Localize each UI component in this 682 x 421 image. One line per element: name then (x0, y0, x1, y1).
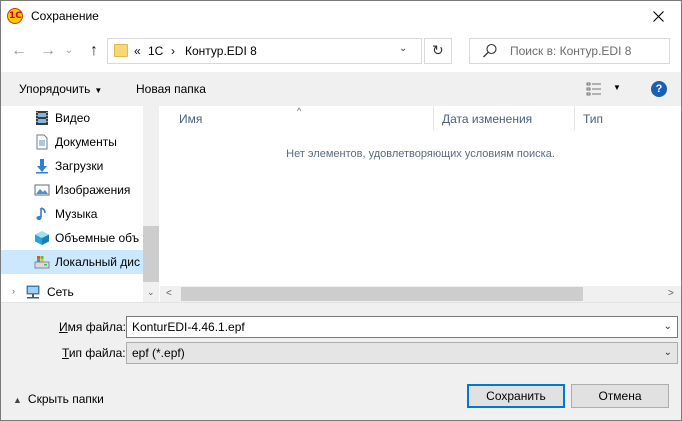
filetype-label-text: ип файла: (68, 346, 126, 360)
search-box[interactable]: Поиск в: Контур.EDI 8 (469, 38, 670, 64)
organize-label: Упорядочить (19, 82, 91, 96)
back-button[interactable]: ← (10, 41, 28, 61)
sidebar-item-label: Сеть (47, 285, 74, 299)
sidebar-item-label: Локальный дис (55, 255, 140, 269)
caret-down-icon: ▼ (94, 86, 103, 95)
network-icon (26, 285, 40, 299)
sidebar-item-label: Музыка (55, 207, 98, 221)
sidebar-item-video[interactable]: Видео (1, 106, 143, 130)
empty-message: Нет элементов, удовлетворяющих условиям … (286, 148, 555, 160)
help-icon[interactable]: ? (651, 81, 667, 97)
sidebar-item-label: Видео (55, 111, 91, 125)
column-header-label: Тип (583, 112, 604, 126)
address-dropdown-icon[interactable]: ⌄ (399, 43, 407, 54)
arrow-up-icon: ↑ (90, 42, 98, 59)
view-dropdown-icon[interactable]: ▼ (613, 83, 621, 92)
sidebar-item-3d-objects[interactable]: Объемные объ (1, 226, 143, 250)
downloads-icon (36, 159, 48, 174)
filename-label: Имя файла: (59, 320, 126, 334)
sidebar-item-label: Документы (55, 135, 117, 149)
new-folder-button[interactable]: Новая папка (136, 82, 206, 96)
up-button[interactable]: ↑ (85, 41, 103, 61)
close-icon (653, 11, 664, 22)
scroll-left-icon[interactable]: < (166, 288, 172, 299)
scroll-right-icon[interactable]: > (668, 288, 674, 299)
expand-chevron-icon[interactable]: › (12, 286, 15, 296)
3d-objects-icon (35, 231, 49, 245)
refresh-icon: ↻ (432, 42, 444, 58)
hscrollbar-thumb[interactable] (181, 287, 583, 301)
sidebar-item-network[interactable]: › Сеть (1, 280, 143, 302)
sidebar-item-music[interactable]: Музыка (1, 202, 143, 226)
address-bar[interactable]: « 1С › Контур.EDI 8 ⌄ (107, 38, 422, 64)
sidebar-scrollbar[interactable]: ⌄ (143, 106, 159, 302)
column-header-name[interactable]: Имя (171, 106, 434, 130)
sidebar-item-label: Объемные объ (55, 231, 140, 245)
sidebar-item-downloads[interactable]: Загрузки (1, 154, 143, 178)
hide-folders-button[interactable]: ▲ Скрыть папки (13, 392, 104, 406)
address-segment-kontur[interactable]: Контур.EDI 8 (185, 44, 257, 58)
folder-icon (114, 44, 128, 57)
sidebar-scrollbar-thumb[interactable] (143, 226, 159, 282)
view-options-icon[interactable] (586, 82, 602, 96)
organize-button[interactable]: Упорядочить ▼ (19, 82, 102, 96)
sidebar-item-documents[interactable]: Документы (1, 130, 143, 154)
filetype-select[interactable]: epf (*.epf) ⌄ (126, 342, 678, 364)
address-separator[interactable]: › (171, 44, 175, 58)
save-button[interactable]: Сохранить (467, 384, 565, 408)
address-segment-1c[interactable]: 1С (148, 44, 163, 58)
arrow-left-icon: ← (11, 42, 27, 59)
window-title: Сохранение (31, 9, 99, 23)
scroll-down-icon[interactable]: ⌄ (147, 287, 155, 298)
sidebar-item-local-disk[interactable]: Локальный дис (1, 250, 143, 274)
file-list: ^ Имя Дата изменения Тип Нет элементов, … (160, 106, 681, 302)
filename-label-text: мя файла: (67, 320, 126, 334)
title-bar: 1С Сохранение (1, 1, 681, 32)
column-header-label: Дата изменения (442, 112, 533, 126)
video-icon (36, 111, 48, 125)
filetype-dropdown-icon: ⌄ (663, 347, 672, 358)
filetype-label: Тип файла: (62, 346, 126, 360)
column-header-date[interactable]: Дата изменения (434, 106, 575, 130)
filename-dropdown-icon[interactable]: ⌄ (664, 321, 672, 332)
music-icon (36, 207, 46, 220)
hide-folders-label: Скрыть папки (27, 392, 104, 406)
chevron-up-icon: ▲ (13, 395, 22, 405)
arrow-right-icon: → (40, 42, 56, 59)
search-placeholder: Поиск в: Контур.EDI 8 (510, 44, 632, 58)
filename-field[interactable]: ⌄ (126, 316, 678, 338)
search-icon (483, 43, 497, 58)
address-overflow[interactable]: « (134, 44, 141, 58)
column-header-type[interactable]: Тип (575, 106, 681, 130)
sidebar-item-label: Загрузки (55, 159, 104, 173)
forward-button[interactable]: → (39, 41, 57, 61)
filename-input[interactable] (127, 317, 657, 337)
recent-locations-button[interactable]: ⌄ (63, 41, 75, 61)
navigation-pane: Видео Документы Загрузки Изображения Муз… (1, 106, 159, 302)
close-button[interactable] (636, 1, 681, 32)
save-form: Имя файла: ⌄ Тип файла: epf (*.epf) ⌄ ▲ С… (1, 302, 681, 420)
save-dialog: 1С Сохранение ← → ⌄ ↑ « 1С › Контур.EDI … (0, 0, 682, 421)
command-bar: Упорядочить ▼ Новая папка ▼ ? (1, 72, 681, 106)
app-icon-text: 1С (9, 11, 22, 21)
file-list-hscrollbar[interactable]: < > (160, 286, 681, 302)
cancel-button[interactable]: Отмена (571, 384, 669, 408)
documents-icon (36, 134, 48, 150)
filetype-label-mnemonic: Т (62, 346, 69, 360)
filename-label-mnemonic: И (59, 320, 68, 334)
sidebar-item-label: Изображения (55, 183, 131, 197)
1c-icon: 1С (7, 8, 23, 24)
chevron-down-icon: ⌄ (64, 45, 74, 56)
sidebar-item-pictures[interactable]: Изображения (1, 178, 143, 202)
refresh-button[interactable]: ↻ (424, 38, 452, 64)
pictures-icon (34, 184, 50, 196)
filetype-value: epf (*.epf) (132, 346, 185, 360)
local-disk-icon (34, 256, 50, 269)
navigation-bar: ← → ⌄ ↑ « 1С › Контур.EDI 8 ⌄ ↻ Поиск в:… (1, 35, 681, 67)
column-header-label: Имя (179, 112, 203, 126)
